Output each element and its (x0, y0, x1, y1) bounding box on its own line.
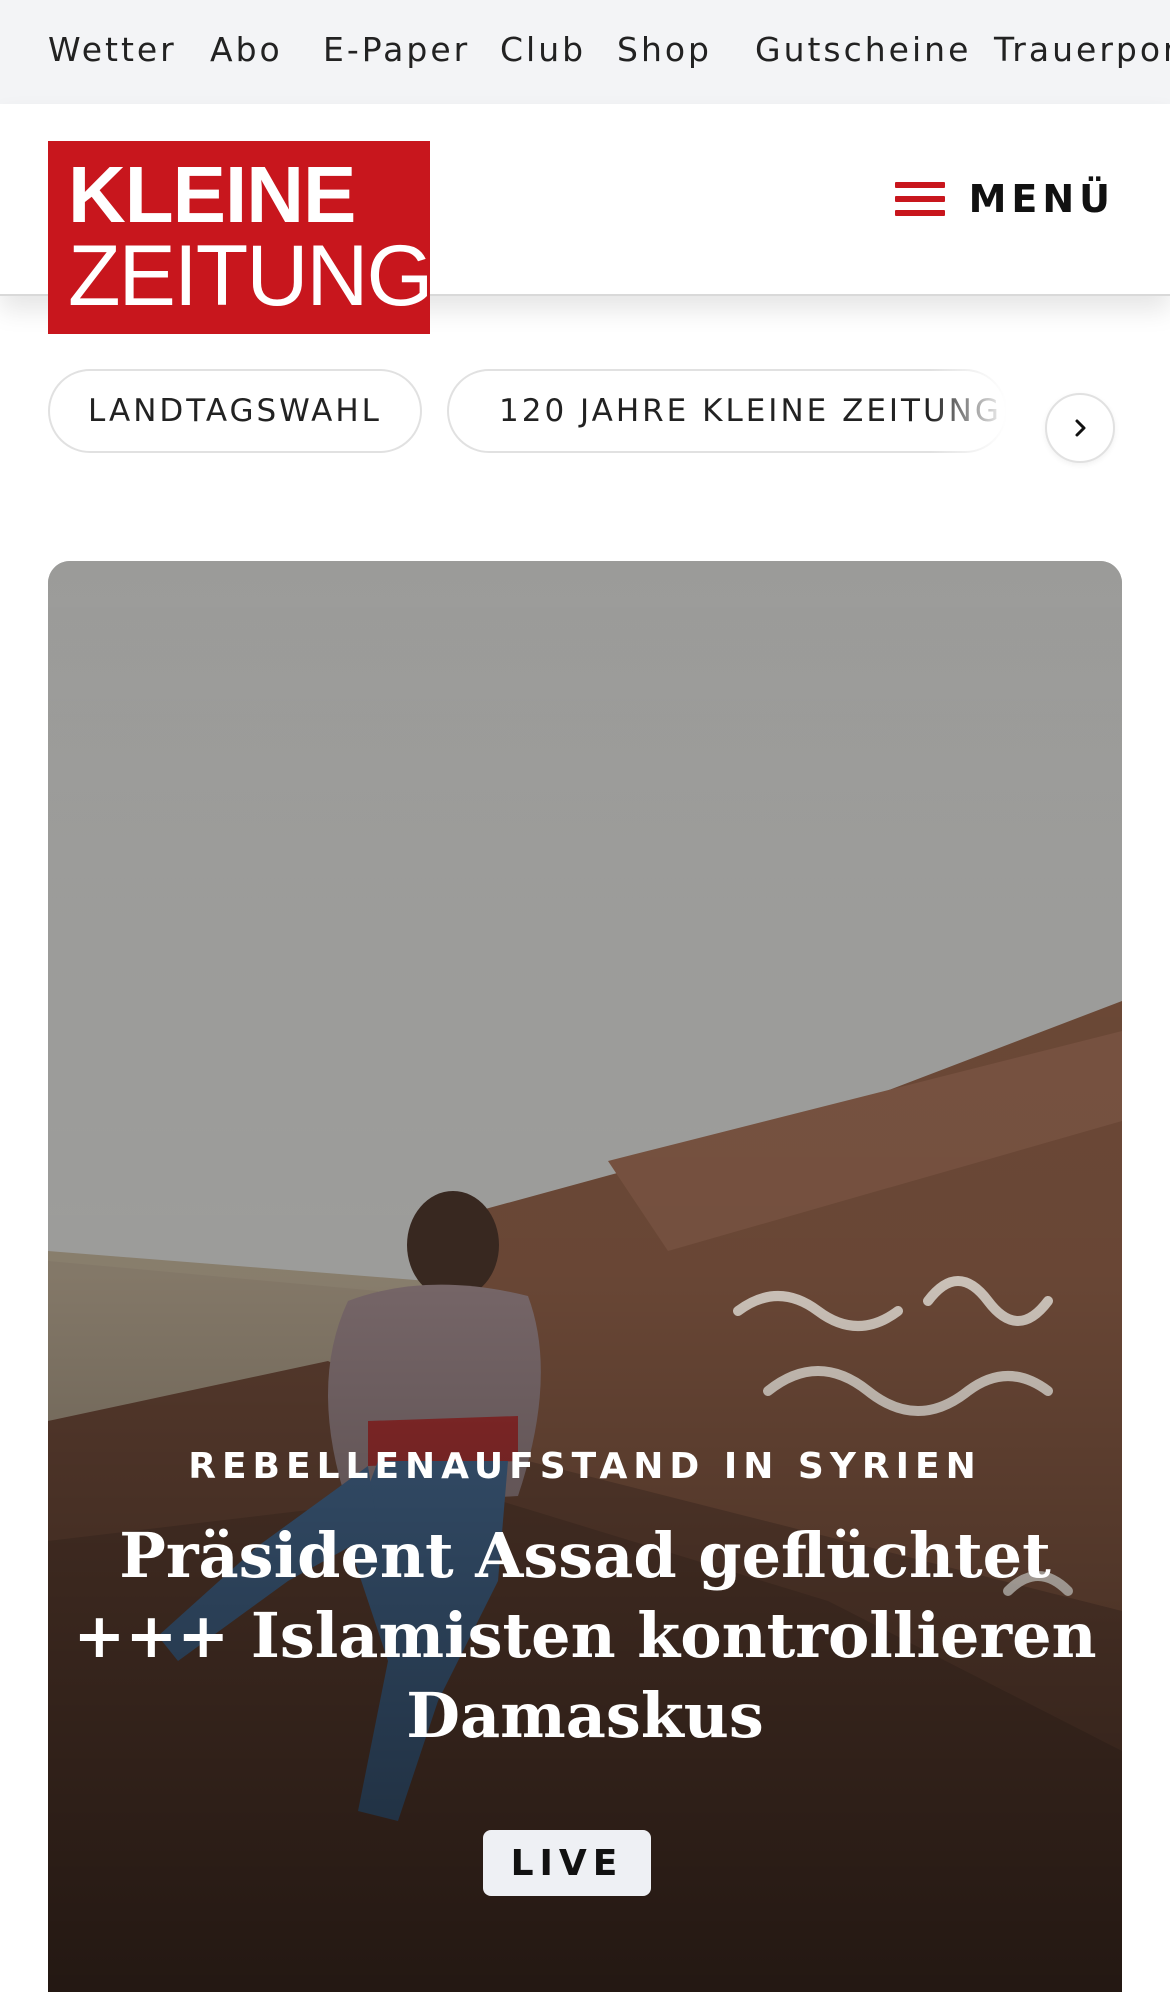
hero-image (48, 561, 1122, 1992)
site-logo[interactable]: KLEINE ZEITUNG (48, 141, 430, 334)
nav-link-shop[interactable]: Shop (617, 30, 712, 69)
chips-fade-overlay (930, 360, 1040, 470)
logo-line-1: KLEINE (68, 150, 356, 239)
hamburger-icon (895, 182, 945, 216)
nav-link-gutscheine[interactable]: Gutscheine (755, 30, 971, 69)
topic-chips: LANDTAGSWAHL 120 JAHRE KLEINE ZEITUNG (0, 360, 1170, 470)
menu-button[interactable]: MENÜ (895, 164, 1115, 234)
chevron-right-icon (1075, 419, 1086, 437)
nav-link-club[interactable]: Club (500, 30, 586, 69)
nav-link-trauerportal[interactable]: Trauerportal (994, 30, 1170, 69)
hero-title[interactable]: Präsident Assad geflüchtet +++ Islamiste… (60, 1516, 1110, 1756)
site-header: KLEINE ZEITUNG MENÜ (0, 104, 1170, 334)
menu-label: MENÜ (968, 177, 1115, 221)
nav-link-wetter[interactable]: Wetter (48, 30, 177, 69)
hero-kicker: REBELLENAUFSTAND IN SYRIEN (188, 1446, 982, 1487)
chips-next-button[interactable] (1045, 393, 1115, 463)
nav-link-epaper[interactable]: E-Paper (323, 30, 470, 69)
nav-link-abo[interactable]: Abo (210, 30, 283, 69)
logo-line-2: ZEITUNG (68, 228, 430, 324)
live-badge: LIVE (483, 1830, 651, 1896)
topic-chip-120-jahre[interactable]: 120 JAHRE KLEINE ZEITUNG (447, 369, 1007, 453)
topic-chip-landtagswahl[interactable]: LANDTAGSWAHL (48, 369, 422, 453)
top-utility-nav: Wetter Abo E-Paper Club Shop Gutscheine … (0, 0, 1170, 104)
hero-article-card[interactable]: REBELLENAUFSTAND IN SYRIEN Präsident Ass… (48, 561, 1122, 1992)
